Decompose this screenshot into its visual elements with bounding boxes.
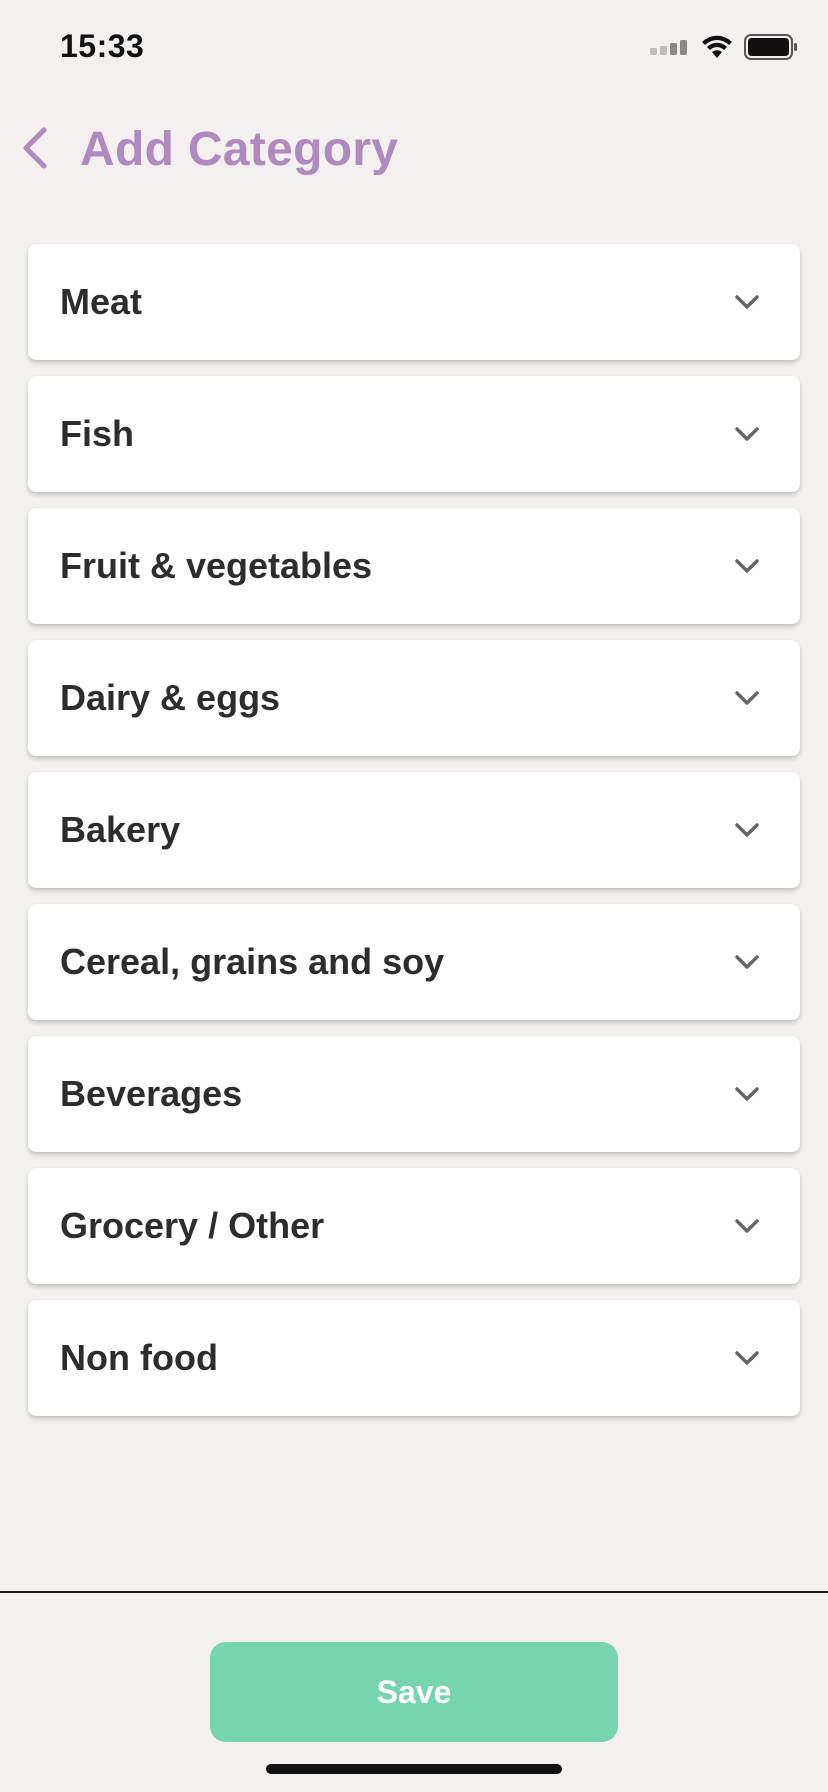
category-item-dairy-eggs[interactable]: Dairy & eggs — [28, 640, 800, 756]
save-button[interactable]: Save — [210, 1642, 618, 1742]
category-item-grocery-other[interactable]: Grocery / Other — [28, 1168, 800, 1284]
status-time: 15:33 — [60, 28, 145, 64]
category-label: Non food — [60, 1337, 218, 1378]
status-icons — [650, 34, 798, 65]
category-label: Fish — [60, 413, 135, 454]
category-item-fish[interactable]: Fish — [28, 376, 800, 492]
chevron-down-icon — [732, 419, 762, 449]
wifi-icon — [700, 34, 734, 65]
category-label: Grocery / Other — [60, 1205, 325, 1246]
chevron-left-icon — [20, 126, 50, 175]
category-label: Bakery — [60, 809, 181, 850]
back-button[interactable] — [10, 120, 60, 180]
chevron-down-icon — [732, 683, 762, 713]
category-item-cereal-grains-soy[interactable]: Cereal, grains and soy — [28, 904, 800, 1020]
signal-icon — [650, 39, 690, 60]
battery-icon — [744, 34, 798, 65]
category-list: Meat Fish Fruit & vegetables Dairy & egg… — [28, 244, 800, 1432]
chevron-down-icon — [732, 551, 762, 581]
chevron-down-icon — [732, 1079, 762, 1109]
chevron-down-icon — [732, 1343, 762, 1373]
category-item-beverages[interactable]: Beverages — [28, 1036, 800, 1152]
page-title: Add Category — [80, 123, 399, 176]
nav-header: Add Category — [0, 110, 828, 190]
chevron-down-icon — [732, 815, 762, 845]
bottom-divider — [0, 1591, 828, 1593]
category-label: Meat — [60, 281, 143, 322]
home-indicator — [266, 1764, 562, 1774]
chevron-down-icon — [732, 947, 762, 977]
category-label: Cereal, grains and soy — [60, 941, 445, 982]
chevron-down-icon — [732, 1211, 762, 1241]
status-bar: 15:33 — [0, 0, 828, 100]
category-label: Beverages — [60, 1073, 243, 1114]
category-label: Fruit & vegetables — [60, 545, 373, 586]
chevron-down-icon — [732, 287, 762, 317]
category-item-non-food[interactable]: Non food — [28, 1300, 800, 1416]
category-item-fruit-vegetables[interactable]: Fruit & vegetables — [28, 508, 800, 624]
category-label: Dairy & eggs — [60, 677, 281, 718]
category-item-bakery[interactable]: Bakery — [28, 772, 800, 888]
category-item-meat[interactable]: Meat — [28, 244, 800, 360]
